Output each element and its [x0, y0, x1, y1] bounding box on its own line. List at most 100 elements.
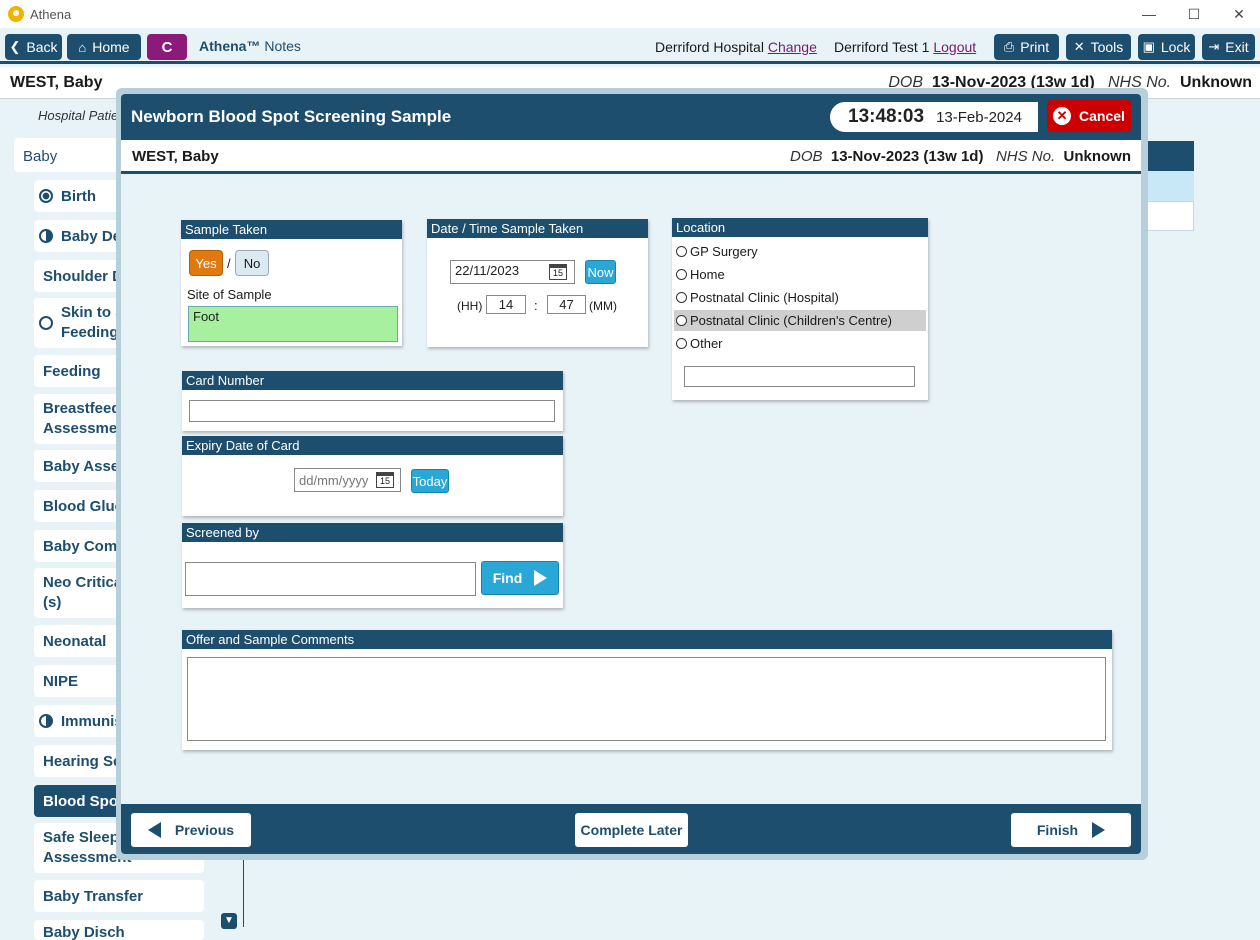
brand-suffix: Notes: [264, 38, 301, 54]
maximize-button[interactable]: ☐: [1171, 0, 1217, 28]
partial-radio-icon: [39, 229, 53, 243]
mm-label: (MM): [589, 299, 617, 313]
location-option-home[interactable]: Home: [674, 264, 926, 285]
sample-taken-panel: Sample Taken Yes / No Site of Sample Foo…: [181, 220, 402, 346]
clock-display: 13:48:03 13-Feb-2024: [830, 102, 1038, 132]
sidebar-item-baby-discharge[interactable]: Baby Disch: [34, 920, 204, 940]
c-button[interactable]: C: [147, 34, 187, 60]
lock-icon: ▣: [1142, 39, 1155, 54]
date-time-panel: Date / Time Sample Taken 22/11/2023 15 N…: [427, 219, 648, 347]
background-table-header: [1140, 141, 1194, 171]
location-option-postnatal-hospital[interactable]: Postnatal Clinic (Hospital): [674, 287, 926, 308]
now-button[interactable]: Now: [585, 260, 616, 284]
window-title: Athena: [30, 6, 72, 22]
dob-label: DOB: [790, 148, 823, 165]
close-window-button[interactable]: ✕: [1216, 0, 1260, 28]
option-label: GP Surgery: [690, 244, 758, 259]
minute-input[interactable]: 47: [547, 295, 586, 314]
hh-label: (HH): [457, 299, 483, 313]
exit-button[interactable]: ⇥ Exit: [1202, 34, 1255, 60]
location-panel: Location GP Surgery Home Postnatal Clini…: [672, 218, 928, 400]
location-option-gp-surgery[interactable]: GP Surgery: [674, 241, 926, 262]
card-number-input[interactable]: [189, 400, 555, 422]
arrow-left-icon: [147, 822, 161, 838]
cancel-button[interactable]: ✕ Cancel: [1047, 100, 1131, 132]
play-arrow-icon: [534, 570, 548, 586]
sidebar-item-baby-transfer[interactable]: Baby Transfer: [34, 880, 204, 912]
sidebar-item-label: Hearing Sc: [43, 752, 122, 770]
label-line1: Safe Sleepi: [43, 829, 124, 846]
complete-later-button[interactable]: Complete Later: [575, 813, 688, 847]
user-name: Derriford Test 1: [834, 39, 930, 55]
minimize-button[interactable]: —: [1126, 0, 1172, 28]
sidebar-item-label: Neonatal: [43, 632, 107, 650]
label-line2: Assessmen: [43, 420, 127, 437]
panel-header: Card Number: [182, 371, 563, 390]
panel-header: Sample Taken: [181, 220, 402, 239]
sidebar-item-label: Feeding: [43, 362, 101, 380]
user-info: Derriford Test 1 Logout: [834, 39, 976, 55]
modal-patient-banner: WEST, Baby DOB 13-Nov-2023 (13w 1d) NHS …: [121, 140, 1141, 174]
logout-link[interactable]: Logout: [933, 39, 976, 55]
arrow-right-icon: [1092, 822, 1106, 838]
sidebar-item-label: Baby Asses: [43, 457, 128, 475]
radio-icon: [676, 338, 687, 349]
screened-by-input[interactable]: [185, 562, 476, 596]
sidebar-item-label: Immunis: [61, 712, 123, 730]
tools-button[interactable]: ✕ Tools: [1066, 34, 1131, 60]
printer-icon: ⎙: [1003, 39, 1015, 54]
time-colon: :: [534, 298, 538, 313]
lock-button[interactable]: ▣ Lock: [1138, 34, 1195, 60]
no-button[interactable]: No: [235, 250, 269, 276]
nhs-value: Unknown: [1063, 148, 1132, 165]
partial-radio-icon: [39, 714, 53, 728]
option-label: Other: [690, 336, 723, 351]
tools-label: Tools: [1090, 39, 1124, 55]
brand-name: Athena™: [199, 38, 261, 54]
radio-icon: [676, 246, 687, 257]
panel-header: Screened by: [182, 523, 563, 542]
change-hospital-link[interactable]: Change: [768, 39, 817, 55]
finish-label: Finish: [1036, 822, 1079, 838]
radio-icon: [676, 315, 687, 326]
top-navigation: ❮ Back ⌂ Home C Athena™ Notes Derriford Ho…: [0, 28, 1260, 64]
location-option-postnatal-childrens-centre[interactable]: Postnatal Clinic (Children's Centre): [674, 310, 926, 331]
sidebar-item-label: Blood Spot: [43, 792, 123, 810]
find-button[interactable]: Find: [481, 561, 559, 595]
home-button[interactable]: ⌂ Home: [67, 34, 141, 60]
finish-button[interactable]: Finish: [1011, 813, 1131, 847]
print-button[interactable]: ⎙ Print: [994, 34, 1059, 60]
find-label: Find: [492, 570, 523, 586]
calendar-icon[interactable]: 15: [376, 472, 394, 488]
lock-label: Lock: [1160, 39, 1191, 55]
location-option-other[interactable]: Other: [674, 333, 926, 354]
yes-button[interactable]: Yes: [189, 250, 223, 276]
site-of-sample-input[interactable]: Foot: [188, 306, 398, 342]
modal-title: Newborn Blood Spot Screening Sample: [131, 107, 452, 126]
background-table-row[interactable]: [1140, 171, 1194, 201]
calendar-icon[interactable]: 15: [549, 264, 567, 280]
card-number-panel: Card Number: [182, 371, 563, 431]
background-table-row[interactable]: [1140, 201, 1194, 231]
complete-later-label: Complete Later: [580, 822, 683, 838]
option-label: Postnatal Clinic (Children's Centre): [690, 313, 892, 328]
panel-header: Expiry Date of Card: [182, 436, 563, 455]
nhs-label: NHS No.: [995, 148, 1056, 165]
today-button[interactable]: Today: [411, 469, 449, 493]
sidebar-item-label: Breastfeedi Assessmen: [43, 399, 126, 439]
slash-separator: /: [227, 256, 231, 271]
back-button[interactable]: ❮ Back: [5, 34, 62, 60]
hour-input[interactable]: 14: [486, 295, 526, 314]
hospital-patient-label: Hospital Patie: [38, 108, 119, 123]
comments-panel: Offer and Sample Comments: [182, 630, 1112, 750]
modal-header: Newborn Blood Spot Screening Sample 13:4…: [121, 94, 1141, 140]
panel-header: Offer and Sample Comments: [182, 630, 1112, 649]
blood-spot-modal: Newborn Blood Spot Screening Sample 13:4…: [121, 94, 1141, 854]
previous-button[interactable]: Previous: [131, 813, 251, 847]
other-location-input[interactable]: [684, 366, 915, 387]
comments-textarea[interactable]: [187, 657, 1106, 741]
sidebar-item-label: Neo Critica (s): [43, 573, 122, 613]
patient-name: WEST, Baby: [132, 148, 219, 165]
scroll-down-button[interactable]: ▼: [221, 913, 237, 929]
empty-radio-icon: [39, 316, 53, 330]
